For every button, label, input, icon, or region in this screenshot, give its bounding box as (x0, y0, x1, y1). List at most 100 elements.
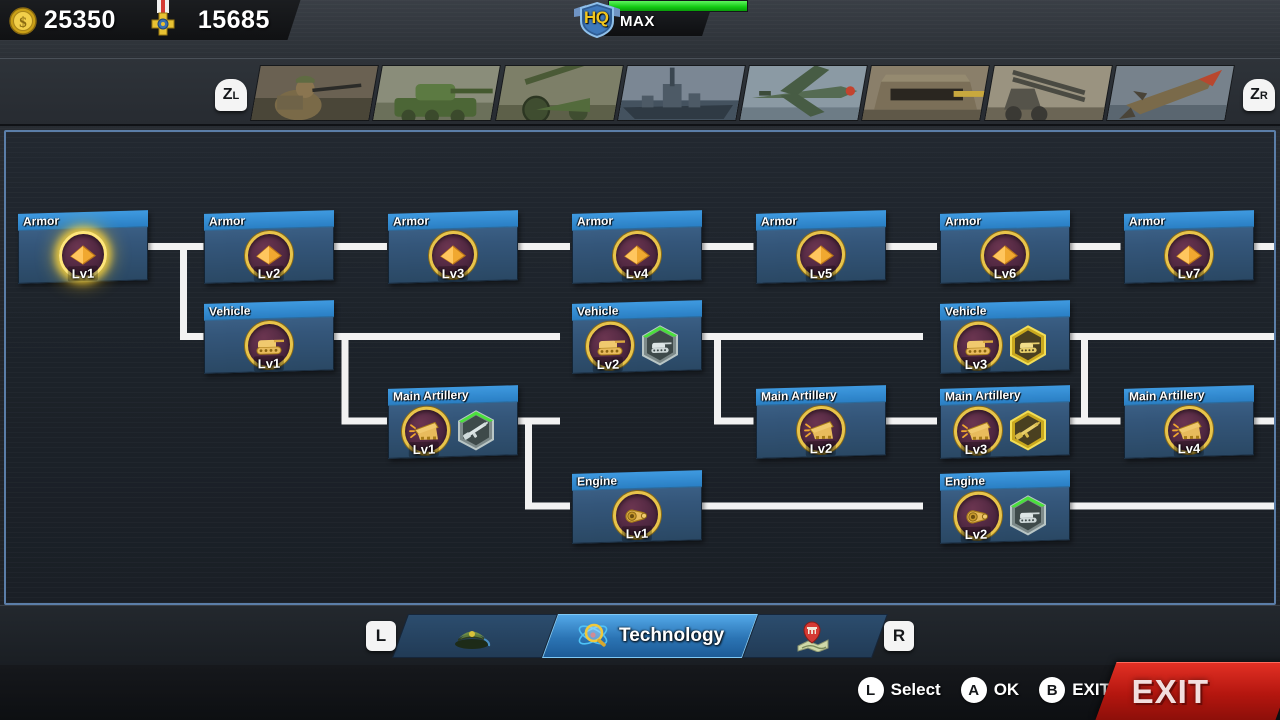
node-header: Engine (940, 470, 1070, 491)
hint-select: L Select (857, 677, 941, 703)
game-screen: 25350 $ 15685 MAX HQ ZL ZR Armor Lv1 Arm… (0, 0, 1280, 720)
node-title: Armor (393, 213, 430, 229)
node-level: Lv1 (67, 265, 99, 282)
tech-node-engine-1[interactable]: Engine Lv1 (572, 470, 702, 544)
artillery-thumbnail (494, 65, 624, 121)
node-level: Lv2 (253, 265, 285, 282)
node-header: Main Artillery (1124, 385, 1254, 406)
shoulder-button-r[interactable]: R (884, 621, 914, 651)
tab-officer[interactable] (391, 614, 559, 658)
officer-cap-icon (454, 631, 490, 649)
node-header: Engine (572, 470, 702, 491)
missile-thumbnail (1105, 65, 1235, 121)
node-title: Main Artillery (393, 387, 469, 404)
b-button-icon: B (1039, 677, 1066, 703)
node-level: Lv4 (621, 265, 653, 282)
hint-label: OK (993, 680, 1020, 699)
node-header: Armor (18, 210, 148, 231)
node-title: Armor (761, 213, 798, 229)
tech-node-armor-6[interactable]: Armor Lv6 (940, 210, 1070, 284)
node-level: Lv4 (1173, 440, 1205, 457)
node-header: Vehicle (572, 300, 702, 321)
shoulder-button-zl[interactable]: ZL (215, 79, 247, 111)
tech-node-vehicle-3[interactable]: Vehicle Lv3 (940, 300, 1070, 374)
coin-icon: $ (9, 7, 37, 35)
tab-technology[interactable]: Technology (541, 614, 759, 658)
tech-node-armor-1[interactable]: Armor Lv1 (18, 210, 148, 284)
category-strip (0, 58, 1280, 126)
a-button-icon: A (960, 677, 987, 703)
node-header: Vehicle (940, 300, 1070, 321)
rifle-unlock-icon[interactable] (454, 408, 498, 453)
hint-ok: A OK (960, 677, 1020, 703)
tech-node-main-artillery-1[interactable]: Main Artillery Lv1 (388, 385, 518, 459)
category-item-rocket[interactable] (1105, 65, 1235, 121)
node-title: Vehicle (945, 303, 987, 319)
node-header: Vehicle (204, 300, 334, 321)
category-item-fortification[interactable] (861, 65, 991, 121)
hq-progress-fill (609, 1, 747, 11)
tech-node-vehicle-1[interactable]: Vehicle Lv1 (204, 300, 334, 374)
tank-unlock-icon[interactable] (638, 323, 682, 368)
aa-gun-thumbnail (983, 65, 1113, 121)
category-item-tank[interactable] (372, 65, 502, 121)
node-header: Armor (204, 210, 334, 231)
category-item-airforce[interactable] (739, 65, 869, 121)
map-marker-icon (797, 621, 828, 652)
tank-unlock-icon[interactable] (1006, 493, 1050, 538)
node-title: Engine (945, 473, 986, 489)
tank-thumbnail (372, 65, 502, 121)
node-header: Main Artillery (940, 385, 1070, 406)
tech-node-armor-3[interactable]: Armor Lv3 (388, 210, 518, 284)
tech-node-main-artillery-2[interactable]: Main Artillery Lv2 (756, 385, 886, 459)
medal-icon (151, 0, 175, 36)
tech-node-engine-2[interactable]: Engine Lv2 (940, 470, 1070, 544)
category-item-navy[interactable] (616, 65, 746, 121)
exit-label: EXIT (1131, 673, 1209, 710)
node-header: Main Artillery (756, 385, 886, 406)
tank-unlock-icon[interactable] (1006, 323, 1050, 368)
technology-tree-panel: Armor Lv1 Armor Lv2 Armor Lv3 Armor Lv4 … (4, 130, 1276, 605)
coin-amount: 25350 (44, 5, 117, 34)
exit-button[interactable]: EXIT (1095, 662, 1280, 720)
node-title: Main Artillery (761, 387, 837, 404)
top-resource-bar: 25350 $ 15685 MAX HQ (0, 0, 1280, 58)
category-item-anti-air[interactable] (983, 65, 1113, 121)
warship-thumbnail (616, 65, 746, 121)
category-item-artillery[interactable] (494, 65, 624, 121)
hint-exit: B EXIT (1039, 677, 1110, 703)
node-level: Lv5 (805, 265, 837, 282)
tab-label: Technology (618, 625, 725, 646)
node-title: Main Artillery (945, 387, 1021, 404)
shoulder-button-l[interactable]: L (366, 621, 396, 651)
category-item-infantry[interactable] (250, 65, 380, 121)
tech-node-armor-4[interactable]: Armor Lv4 (572, 210, 702, 284)
node-header: Armor (940, 210, 1070, 231)
tech-node-vehicle-2[interactable]: Vehicle Lv2 (572, 300, 702, 374)
svg-text:$: $ (19, 15, 27, 31)
category-list (250, 65, 1235, 121)
node-title: Armor (1129, 213, 1166, 229)
tech-tree-nodes: Armor Lv1 Armor Lv2 Armor Lv3 Armor Lv4 … (6, 132, 1274, 603)
node-level: Lv3 (960, 441, 992, 458)
research-icon (578, 623, 608, 647)
node-title: Vehicle (209, 303, 251, 319)
shoulder-button-zr[interactable]: ZR (1243, 79, 1275, 111)
tech-node-armor-2[interactable]: Armor Lv2 (204, 210, 334, 284)
stick-button-icon: L (857, 677, 884, 703)
node-level: Lv1 (408, 441, 440, 458)
node-level: Lv2 (960, 526, 992, 543)
node-level: Lv2 (592, 356, 624, 373)
medal-amount: 15685 (198, 5, 271, 34)
rifle-unlock-icon[interactable] (1006, 408, 1050, 453)
node-header: Main Artillery (388, 385, 518, 406)
footer-hint-bar: L Select A OK B EXIT (0, 665, 1280, 720)
tech-node-armor-7[interactable]: Armor Lv7 (1124, 210, 1254, 284)
tech-node-main-artillery-3[interactable]: Main Artillery Lv3 (940, 385, 1070, 459)
node-title: Main Artillery (1129, 387, 1205, 404)
tab-campaign[interactable] (741, 614, 889, 658)
tab-list: Technology (391, 614, 889, 658)
tech-node-armor-5[interactable]: Armor Lv5 (756, 210, 886, 284)
node-level: Lv1 (621, 525, 653, 542)
tech-node-main-artillery-4[interactable]: Main Artillery Lv4 (1124, 385, 1254, 459)
